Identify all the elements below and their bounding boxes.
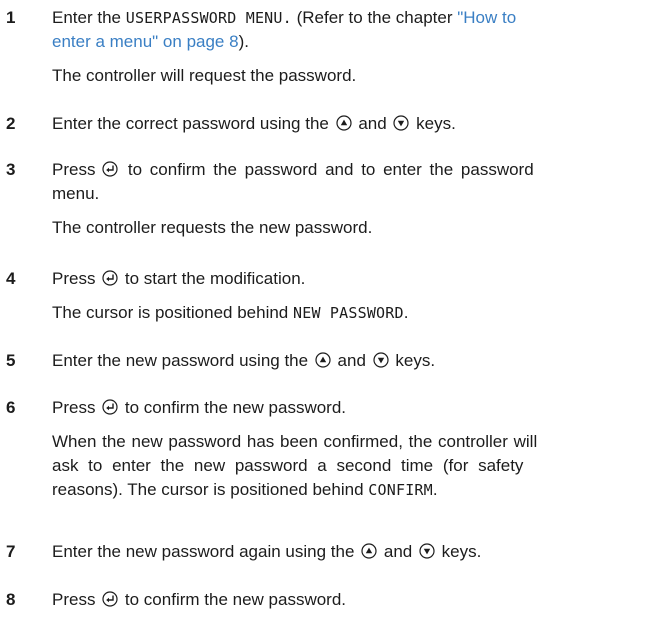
step-instruction-cont: menu. xyxy=(52,184,100,203)
down-arrow-key-icon xyxy=(373,352,389,368)
enter-key-icon xyxy=(102,270,118,286)
step-instruction: Enter the correct password using the and… xyxy=(52,112,652,136)
down-arrow-key-icon xyxy=(419,543,435,559)
step-instruction-cont: enter a menu" on page 8). xyxy=(52,30,652,54)
instruction-text: and xyxy=(332,351,371,370)
step-body: Enter the new password using the and key… xyxy=(52,349,652,373)
step-number: 3 xyxy=(6,160,16,179)
step-body: Enter the new password again using the a… xyxy=(52,540,652,564)
instruction-text: to start the modification. xyxy=(120,269,306,288)
step-body: Enter the correct password using the and… xyxy=(52,112,652,136)
enter-key-icon xyxy=(102,399,118,415)
step-instruction: Press to confirm the password and to ent… xyxy=(52,158,652,182)
instruction-text: keys. xyxy=(390,351,436,370)
step-note: The controller will request the password… xyxy=(52,66,357,85)
step-number: 2 xyxy=(6,114,16,133)
instruction-text: Press xyxy=(52,398,101,417)
chapter-link[interactable]: enter a menu" on page 8 xyxy=(52,32,239,51)
field-code: NEW PASSWORD xyxy=(292,304,404,322)
instruction-text: to confirm the password and to enter the… xyxy=(120,160,534,179)
enter-key-icon xyxy=(102,591,118,607)
step-body: Press to start the modification. The cur… xyxy=(52,267,652,325)
step-number: 4 xyxy=(6,269,16,288)
step-note: The cursor is positioned behind NEW PASS… xyxy=(52,301,652,325)
instruction-text: keys. xyxy=(411,114,456,133)
instruction-text: and xyxy=(353,114,392,133)
step-number: 5 xyxy=(6,351,16,370)
step-note: The controller requests the new password… xyxy=(52,218,373,237)
step-note: When the new password has been confirmed… xyxy=(52,430,652,502)
note-text: reasons). The cursor is positioned behin… xyxy=(52,478,652,502)
step-instruction: Press to confirm the new password. xyxy=(52,588,652,612)
instruction-text: Press xyxy=(52,269,101,288)
step-body: Press to confirm the new password. When … xyxy=(52,396,652,502)
instruction-text: Enter the new password again using the xyxy=(52,542,360,561)
menu-code: USERPASSWORD MENU. xyxy=(125,9,292,27)
step-number: 1 xyxy=(6,8,16,27)
up-arrow-key-icon xyxy=(315,352,331,368)
step-number: 7 xyxy=(6,542,16,561)
step-number: 6 xyxy=(6,398,16,417)
instruction-text: keys. xyxy=(436,542,482,561)
down-arrow-key-icon xyxy=(393,115,409,131)
up-arrow-key-icon xyxy=(336,115,352,131)
instruction-text: Press xyxy=(52,160,101,179)
up-arrow-key-icon xyxy=(361,543,377,559)
note-text: reasons). The cursor is positioned behin… xyxy=(52,480,369,499)
step-instruction: Enter the new password again using the a… xyxy=(52,540,652,564)
instruction-text: (Refer to the chapter xyxy=(291,8,458,27)
step-body: Press to confirm the new password. xyxy=(52,588,652,612)
instruction-text: to confirm the new password. xyxy=(120,590,347,609)
note-text: . xyxy=(403,303,409,322)
step-instruction: Enter the USERPASSWORD MENU. (Refer to t… xyxy=(52,6,652,30)
enter-key-icon xyxy=(102,161,118,177)
instruction-text: Press xyxy=(52,590,101,609)
step-number: 8 xyxy=(6,590,16,609)
instruction-text: to confirm the new password. xyxy=(120,398,347,417)
instruction-text: ). xyxy=(238,32,249,51)
note-text: ask to enter the new password a second t… xyxy=(52,456,524,475)
instruction-text: Enter the correct password using the xyxy=(52,114,334,133)
step-body: Enter the USERPASSWORD MENU. (Refer to t… xyxy=(52,6,652,88)
step-instruction: Enter the new password using the and key… xyxy=(52,349,652,373)
field-code: CONFIRM xyxy=(368,481,433,499)
instruction-text: Enter the new password using the xyxy=(52,351,313,370)
step-instruction: Press to confirm the new password. xyxy=(52,396,652,420)
step-body: Press to confirm the password and to ent… xyxy=(52,158,652,240)
note-text: The cursor is positioned behind xyxy=(52,303,293,322)
step-instruction: Press to start the modification. xyxy=(52,267,652,291)
instruction-text: and xyxy=(379,542,417,561)
note-text: When the new password has been confirmed… xyxy=(52,432,538,451)
chapter-link[interactable]: "How to xyxy=(457,8,516,27)
instruction-text: Enter the xyxy=(52,8,126,27)
note-text: . xyxy=(432,480,438,499)
